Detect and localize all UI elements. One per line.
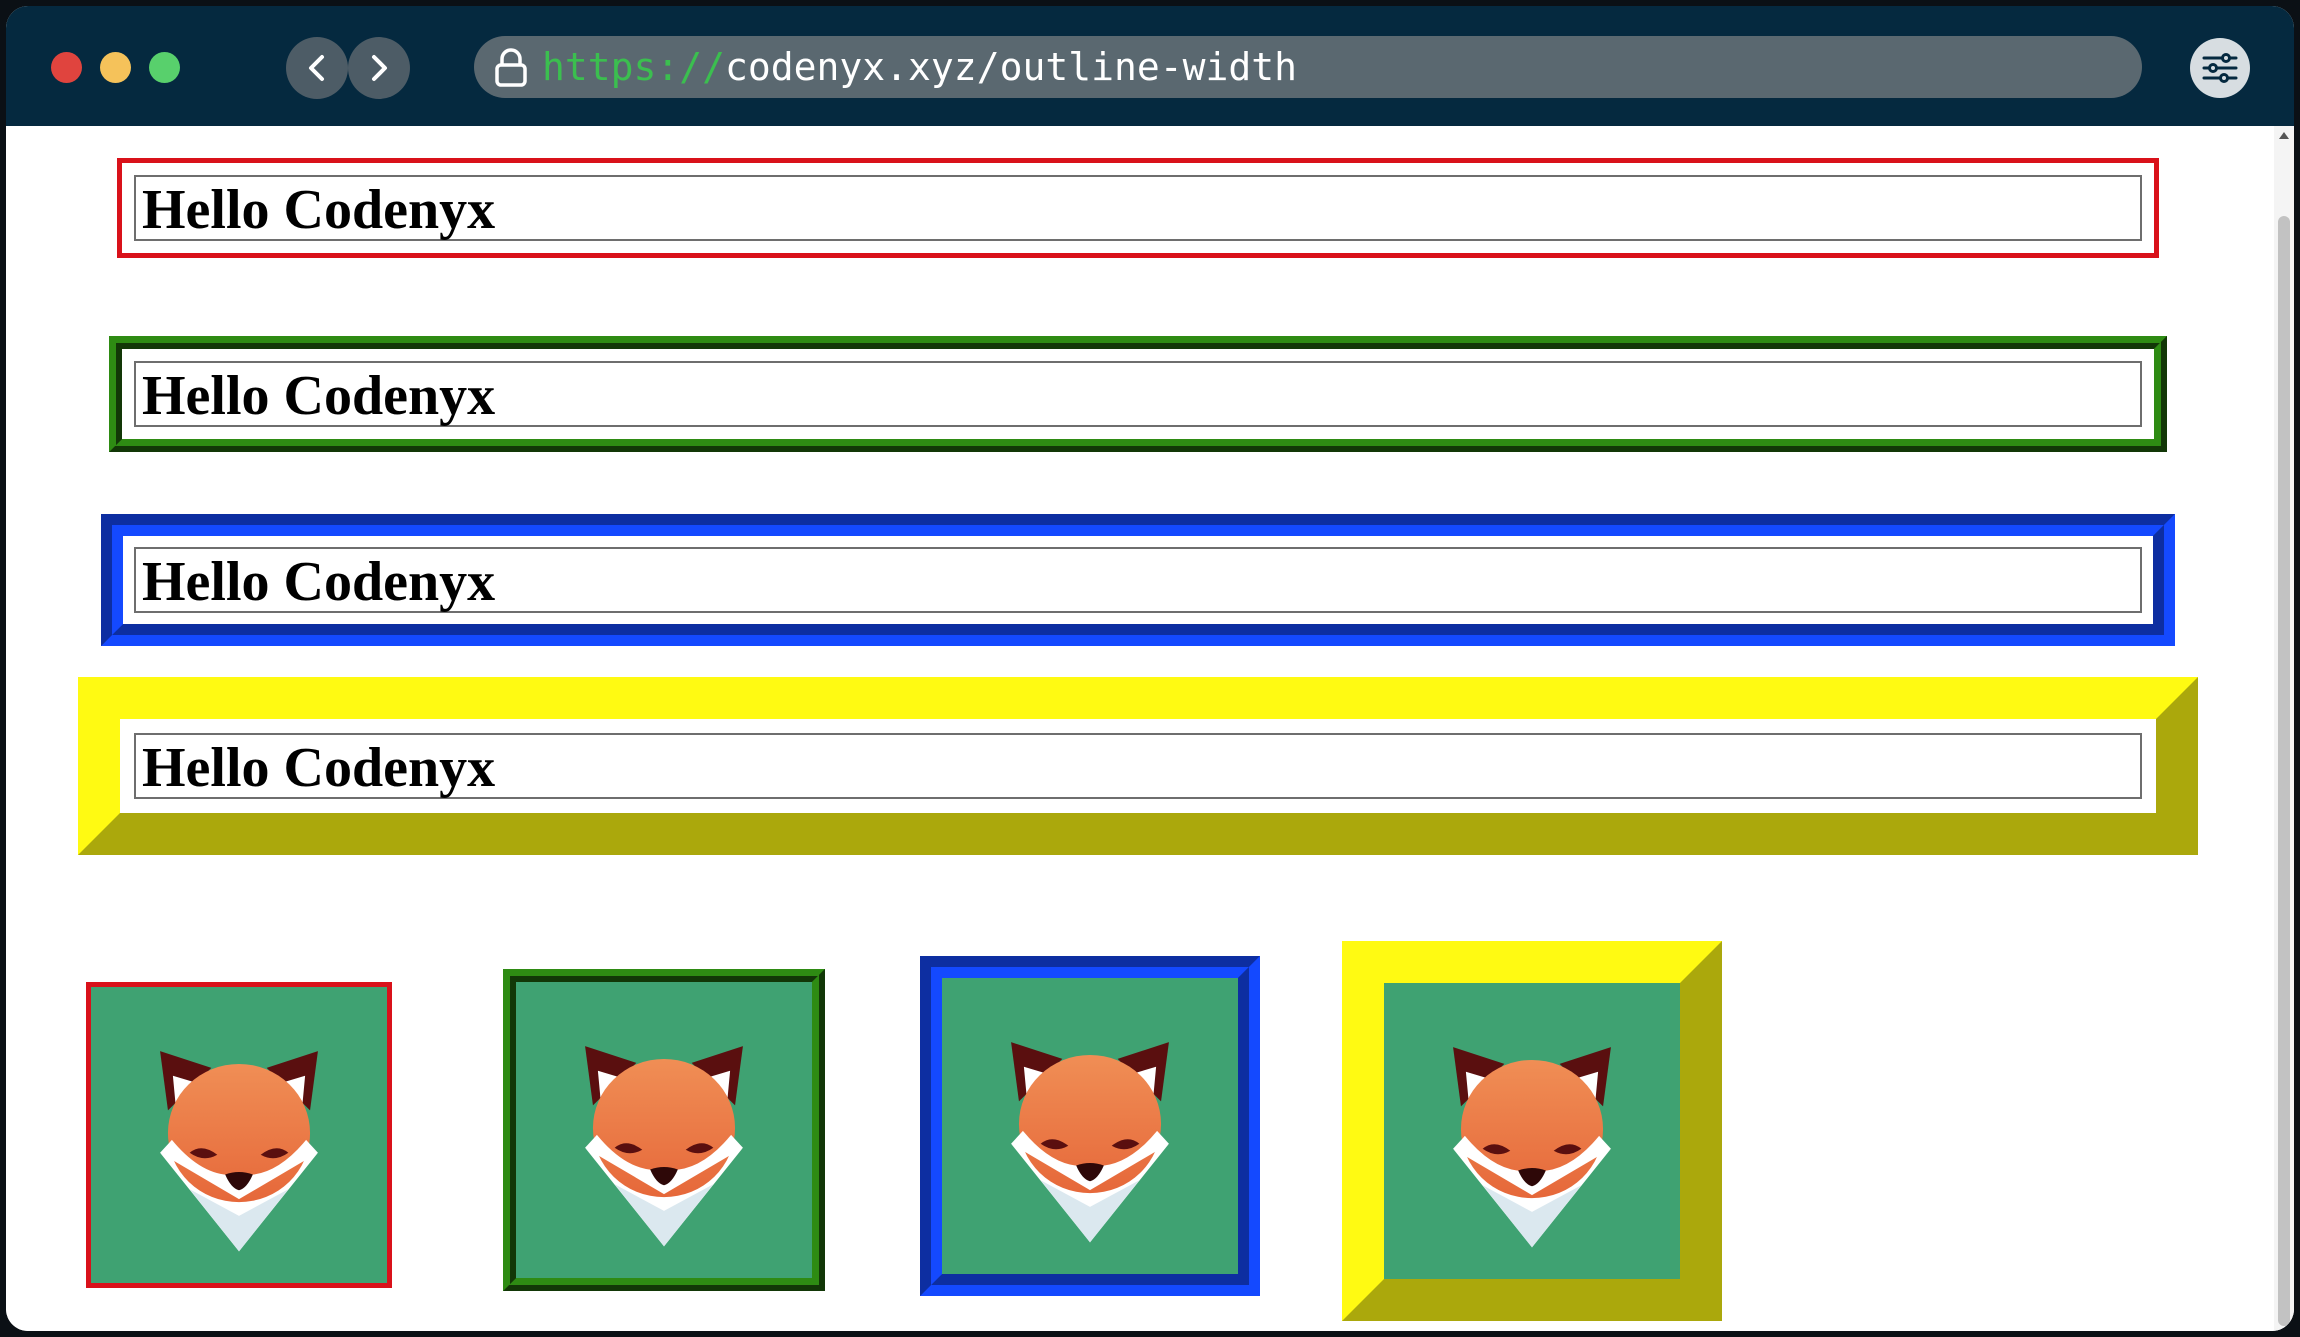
scroll-up-arrow-icon[interactable] <box>2279 132 2289 139</box>
scrollbar-thumb[interactable] <box>2278 216 2290 1326</box>
minimize-window-button[interactable] <box>100 52 131 83</box>
fox-image-solid-red <box>86 982 392 1288</box>
page-content: Hello Codenyx Hello Codenyx Hello Codeny… <box>6 126 2294 1331</box>
back-button[interactable] <box>286 37 348 99</box>
hello-heading: Hello Codenyx <box>142 179 496 241</box>
hello-heading: Hello Codenyx <box>142 365 496 427</box>
outline-box-ridge-green: Hello Codenyx <box>109 336 2167 452</box>
outline-box-solid-red: Hello Codenyx <box>117 158 2159 258</box>
sliders-icon <box>2202 53 2238 83</box>
lock-icon <box>495 48 527 87</box>
url-text: https://codenyx.xyz/outline-width <box>542 36 1297 98</box>
url-host: codenyx.xyz/outline-width <box>725 45 1297 89</box>
outline-box-groove-blue: Hello Codenyx <box>101 514 2175 646</box>
vertical-scrollbar[interactable] <box>2274 126 2294 1331</box>
fox-image-ridge-green <box>503 969 825 1291</box>
fox-logo-icon <box>160 1051 318 1252</box>
hello-heading: Hello Codenyx <box>142 551 496 613</box>
hello-heading: Hello Codenyx <box>142 737 496 799</box>
chevron-left-icon <box>309 55 324 81</box>
chevron-right-icon <box>372 55 387 81</box>
address-bar[interactable]: https://codenyx.xyz/outline-width <box>474 36 2142 98</box>
browser-window: https://codenyx.xyz/outline-width Hello … <box>6 6 2294 1331</box>
maximize-window-button[interactable] <box>149 52 180 83</box>
fox-logo-icon <box>1011 1042 1169 1243</box>
forward-button[interactable] <box>348 37 410 99</box>
fox-image-groove-blue <box>920 956 1260 1296</box>
browser-titlebar: https://codenyx.xyz/outline-width <box>6 6 2294 126</box>
settings-button[interactable] <box>2190 38 2250 98</box>
close-window-button[interactable] <box>51 52 82 83</box>
fox-logo-icon <box>1453 1047 1611 1248</box>
fox-logo-icon <box>585 1046 743 1247</box>
fox-image-outset-yellow <box>1342 941 1722 1321</box>
outline-box-outset-yellow: Hello Codenyx <box>78 677 2198 855</box>
url-scheme: https:// <box>542 45 726 89</box>
